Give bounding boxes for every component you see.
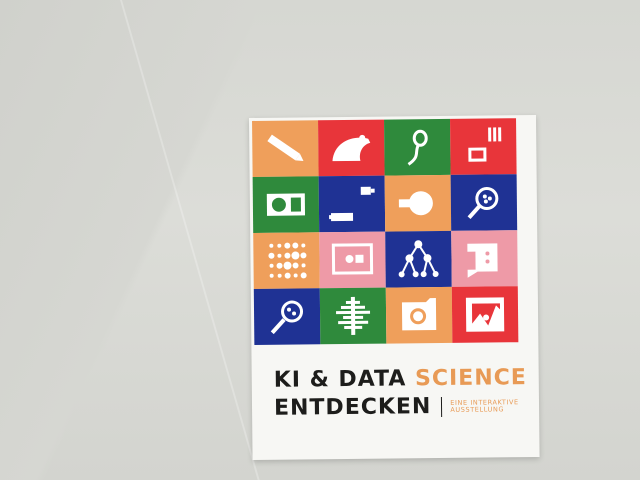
christmas-tree-icon: [336, 296, 371, 335]
exhibition-card: KI & DATA SCIENCE ENTDECKEN EINE INTERAK…: [249, 114, 540, 460]
magnifier-icon: [467, 187, 499, 220]
camera-icon: [401, 298, 437, 331]
title-accent: SCIENCE: [414, 365, 527, 392]
picture-frame-icon: [331, 243, 374, 275]
tile-magnifier: [450, 174, 518, 231]
title-row-2: ENTDECKEN EINE INTERAKTIVE AUSSTELLUNG: [274, 393, 524, 422]
subtitle: EINE INTERAKTIVE AUSSTELLUNG: [450, 397, 519, 414]
broken-image-icon: [465, 297, 505, 332]
network-tree-icon: [398, 240, 439, 278]
tile-dots: [253, 232, 320, 289]
title-divider: [441, 396, 443, 418]
tile-network: [385, 230, 452, 288]
title-block: KI & DATA SCIENCE ENTDECKEN EINE INTERAK…: [273, 365, 527, 422]
lightbulb-icon: [398, 191, 433, 216]
title-part-1: KI & DATA: [273, 366, 407, 393]
tile-picture-frame: [319, 231, 386, 289]
tile-magnifier-cells: [253, 288, 321, 345]
title-line-2: ENTDECKEN: [273, 394, 432, 421]
usb-stick-icon: [329, 186, 375, 222]
tile-radio: [252, 176, 320, 233]
title-line-1: KI & DATA SCIENCE: [273, 365, 527, 394]
pencil-icon: [267, 134, 304, 162]
radio-icon: [266, 193, 306, 216]
tile-mouse: [318, 119, 385, 177]
tile-usb: [318, 175, 386, 233]
tile-sperm: [384, 118, 451, 176]
sperm-icon: [407, 129, 428, 166]
tile-broken-image: [451, 286, 519, 343]
tile-image-chart: [450, 118, 517, 175]
tile-speech-bubble: [451, 230, 518, 287]
tile-camera: [385, 286, 453, 344]
speech-bubble-icon: [467, 243, 498, 278]
tile-lightbulb: [384, 174, 452, 232]
image-chart-icon: [468, 127, 502, 162]
dot-matrix-icon: [268, 242, 307, 279]
mouse-icon: [332, 134, 371, 162]
magnifier-cells-icon: [270, 300, 304, 335]
tile-pencil: [252, 120, 319, 177]
icon-grid: [252, 118, 519, 345]
tile-christmas-tree: [319, 287, 387, 345]
